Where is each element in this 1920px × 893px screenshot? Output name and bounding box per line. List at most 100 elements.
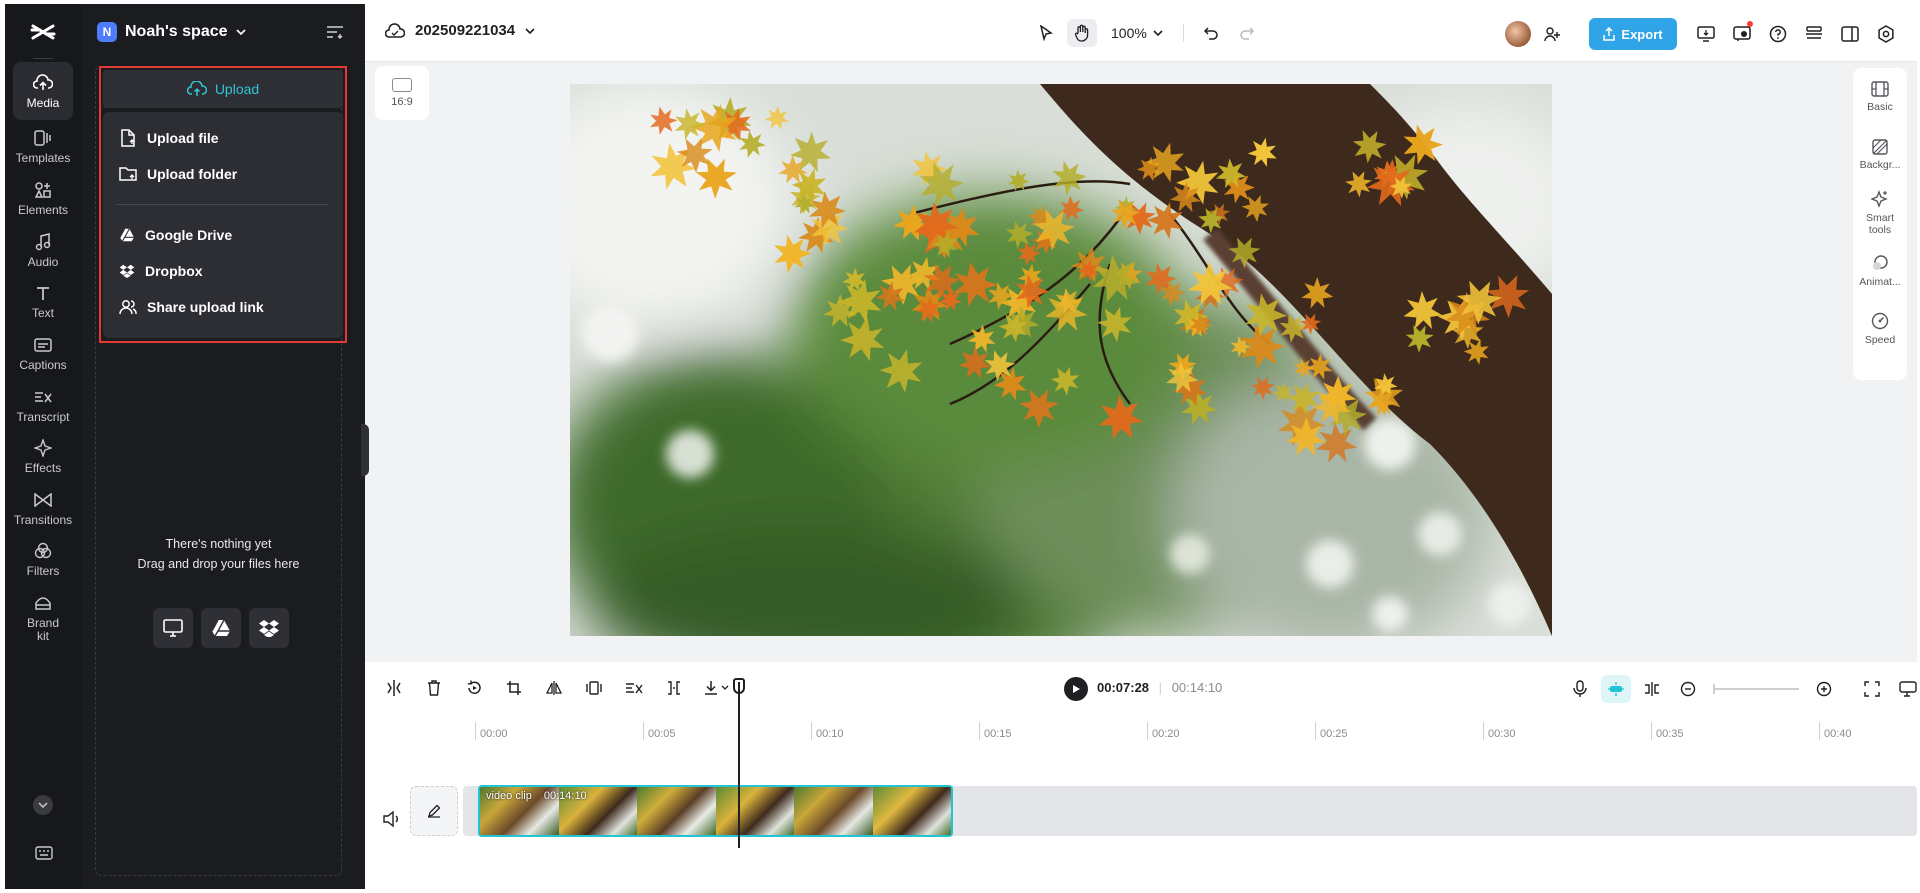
capcut-logo-icon[interactable] [25, 18, 61, 48]
keyboard-shortcuts-icon[interactable] [33, 844, 55, 862]
dropbox-icon [259, 620, 279, 637]
monitor-icon [163, 619, 183, 637]
rail-item-audio[interactable]: Audio [13, 221, 73, 279]
cloud-upload-icon [186, 81, 207, 96]
menu-google-drive[interactable]: Google Drive [103, 217, 343, 253]
avatar[interactable] [1505, 21, 1531, 47]
rail-divider [33, 58, 53, 59]
download-dropdown[interactable] [699, 674, 735, 702]
chevron-down-icon [235, 29, 246, 35]
microphone-icon [1573, 680, 1587, 697]
record-voice-button[interactable] [1565, 675, 1595, 703]
zoom-in-icon [1816, 681, 1832, 697]
present-button[interactable] [1691, 20, 1721, 48]
right-item-background[interactable]: Backgr... [1853, 126, 1907, 184]
fit-icon [1864, 681, 1880, 697]
zoom-out-button[interactable] [1673, 675, 1703, 703]
animation-icon [1873, 255, 1888, 270]
aspect-ratio-button[interactable]: 16:9 [375, 66, 429, 120]
rail-item-filters[interactable]: Filters [13, 530, 73, 588]
menu-upload-folder[interactable]: Upload folder [103, 156, 343, 192]
layout-button[interactable] [1835, 20, 1865, 48]
split-view-button[interactable] [1637, 675, 1667, 703]
video-frame-image [570, 84, 1552, 636]
video-clip[interactable]: video clip 00:14:10 [478, 785, 953, 837]
hand-tool-button[interactable] [1067, 19, 1097, 47]
timeline-right-tools [1565, 675, 1917, 703]
zoom-in-button[interactable] [1809, 675, 1839, 703]
timeline-zoom-slider[interactable] [1713, 684, 1799, 694]
export-button[interactable]: Export [1589, 18, 1677, 50]
redo-button[interactable] [1232, 19, 1262, 47]
play-button[interactable] [1064, 677, 1088, 701]
replay-button[interactable] [459, 674, 489, 702]
track-mute-button[interactable] [377, 804, 407, 834]
right-item-animation[interactable]: Animat... [1853, 242, 1907, 300]
split-layout-icon [1841, 26, 1859, 42]
magnet-snap-toggle[interactable] [1601, 675, 1631, 703]
menu-dropbox[interactable]: Dropbox [103, 253, 343, 289]
upload-label: Upload [214, 81, 260, 97]
playhead[interactable] [738, 682, 740, 848]
dropbox-button[interactable] [249, 608, 289, 648]
panel-collapse-handle[interactable] [361, 424, 369, 476]
invite-button[interactable] [1537, 20, 1567, 48]
split-button[interactable] [379, 674, 409, 702]
help-button[interactable] [1763, 20, 1793, 48]
file-upload-icon [121, 129, 135, 147]
undo-button[interactable] [1196, 19, 1226, 47]
rail-item-media[interactable]: Media [13, 62, 73, 120]
rail-label: Audio [27, 255, 59, 269]
timeline-ruler[interactable]: 00:00 00:05 00:10 00:15 00:20 00:25 00:3… [475, 722, 1905, 752]
right-item-speed[interactable]: Speed [1853, 300, 1907, 358]
notifications-button[interactable] [1727, 20, 1757, 48]
cloud-upload-icon [32, 72, 54, 94]
zoom-dropdown[interactable]: 100% [1103, 19, 1171, 47]
comment-icon [1899, 681, 1917, 697]
share-users-icon [119, 300, 137, 315]
device-upload-button[interactable] [153, 608, 193, 648]
transcript-button[interactable] [619, 674, 649, 702]
menu-share-upload-link[interactable]: Share upload link [103, 289, 343, 325]
top-right-actions: Export [1505, 18, 1901, 50]
trim-button[interactable] [659, 674, 689, 702]
fit-timeline-button[interactable] [1857, 675, 1887, 703]
sort-icon[interactable] [324, 21, 346, 43]
menu-upload-file[interactable]: Upload file [103, 120, 343, 156]
video-preview[interactable] [570, 84, 1552, 636]
empty-title: There's nothing yet [165, 537, 272, 551]
flip-button[interactable] [539, 674, 569, 702]
upload-button[interactable]: Upload [103, 70, 343, 108]
rail-more-button[interactable] [33, 795, 53, 815]
freeze-button[interactable] [579, 674, 609, 702]
track-cover-edit-button[interactable] [410, 786, 458, 836]
replay-icon [467, 680, 481, 694]
stack-button[interactable] [1799, 20, 1829, 48]
right-item-smart-tools[interactable]: Smart tools [1853, 184, 1907, 242]
layers-icon [1806, 26, 1822, 39]
settings-button[interactable] [1871, 20, 1901, 48]
rail-item-text[interactable]: Text [13, 272, 73, 330]
rail-item-effects[interactable]: Effects [13, 427, 73, 485]
editor-app: Media Templates Elements Audio Text Capt… [5, 4, 1917, 889]
rail-item-brand-kit[interactable]: Brand kit [13, 582, 73, 652]
right-item-basic[interactable]: Basic [1853, 68, 1907, 126]
project-selector[interactable]: 202509221034 [385, 22, 535, 39]
menu-label: Upload file [147, 130, 219, 146]
crop-icon [507, 681, 521, 695]
space-selector[interactable]: N Noah's space [97, 20, 246, 44]
delete-button[interactable] [419, 674, 449, 702]
rail-item-transcript[interactable]: Transcript [13, 376, 73, 434]
rail-item-templates[interactable]: Templates [13, 117, 73, 175]
timeline-settings-button[interactable] [1893, 675, 1917, 703]
select-tool-button[interactable] [1031, 19, 1061, 47]
clip-thumbnail [794, 787, 873, 835]
rail-item-elements[interactable]: Elements [13, 169, 73, 227]
aspect-ratio-icon [392, 78, 412, 92]
basic-icon [1871, 81, 1889, 97]
google-drive-button[interactable] [201, 608, 241, 648]
crop-button[interactable] [499, 674, 529, 702]
rail-item-captions[interactable]: Captions [13, 324, 73, 382]
notification-dot [1747, 21, 1753, 27]
rail-item-transitions[interactable]: Transitions [13, 479, 73, 537]
